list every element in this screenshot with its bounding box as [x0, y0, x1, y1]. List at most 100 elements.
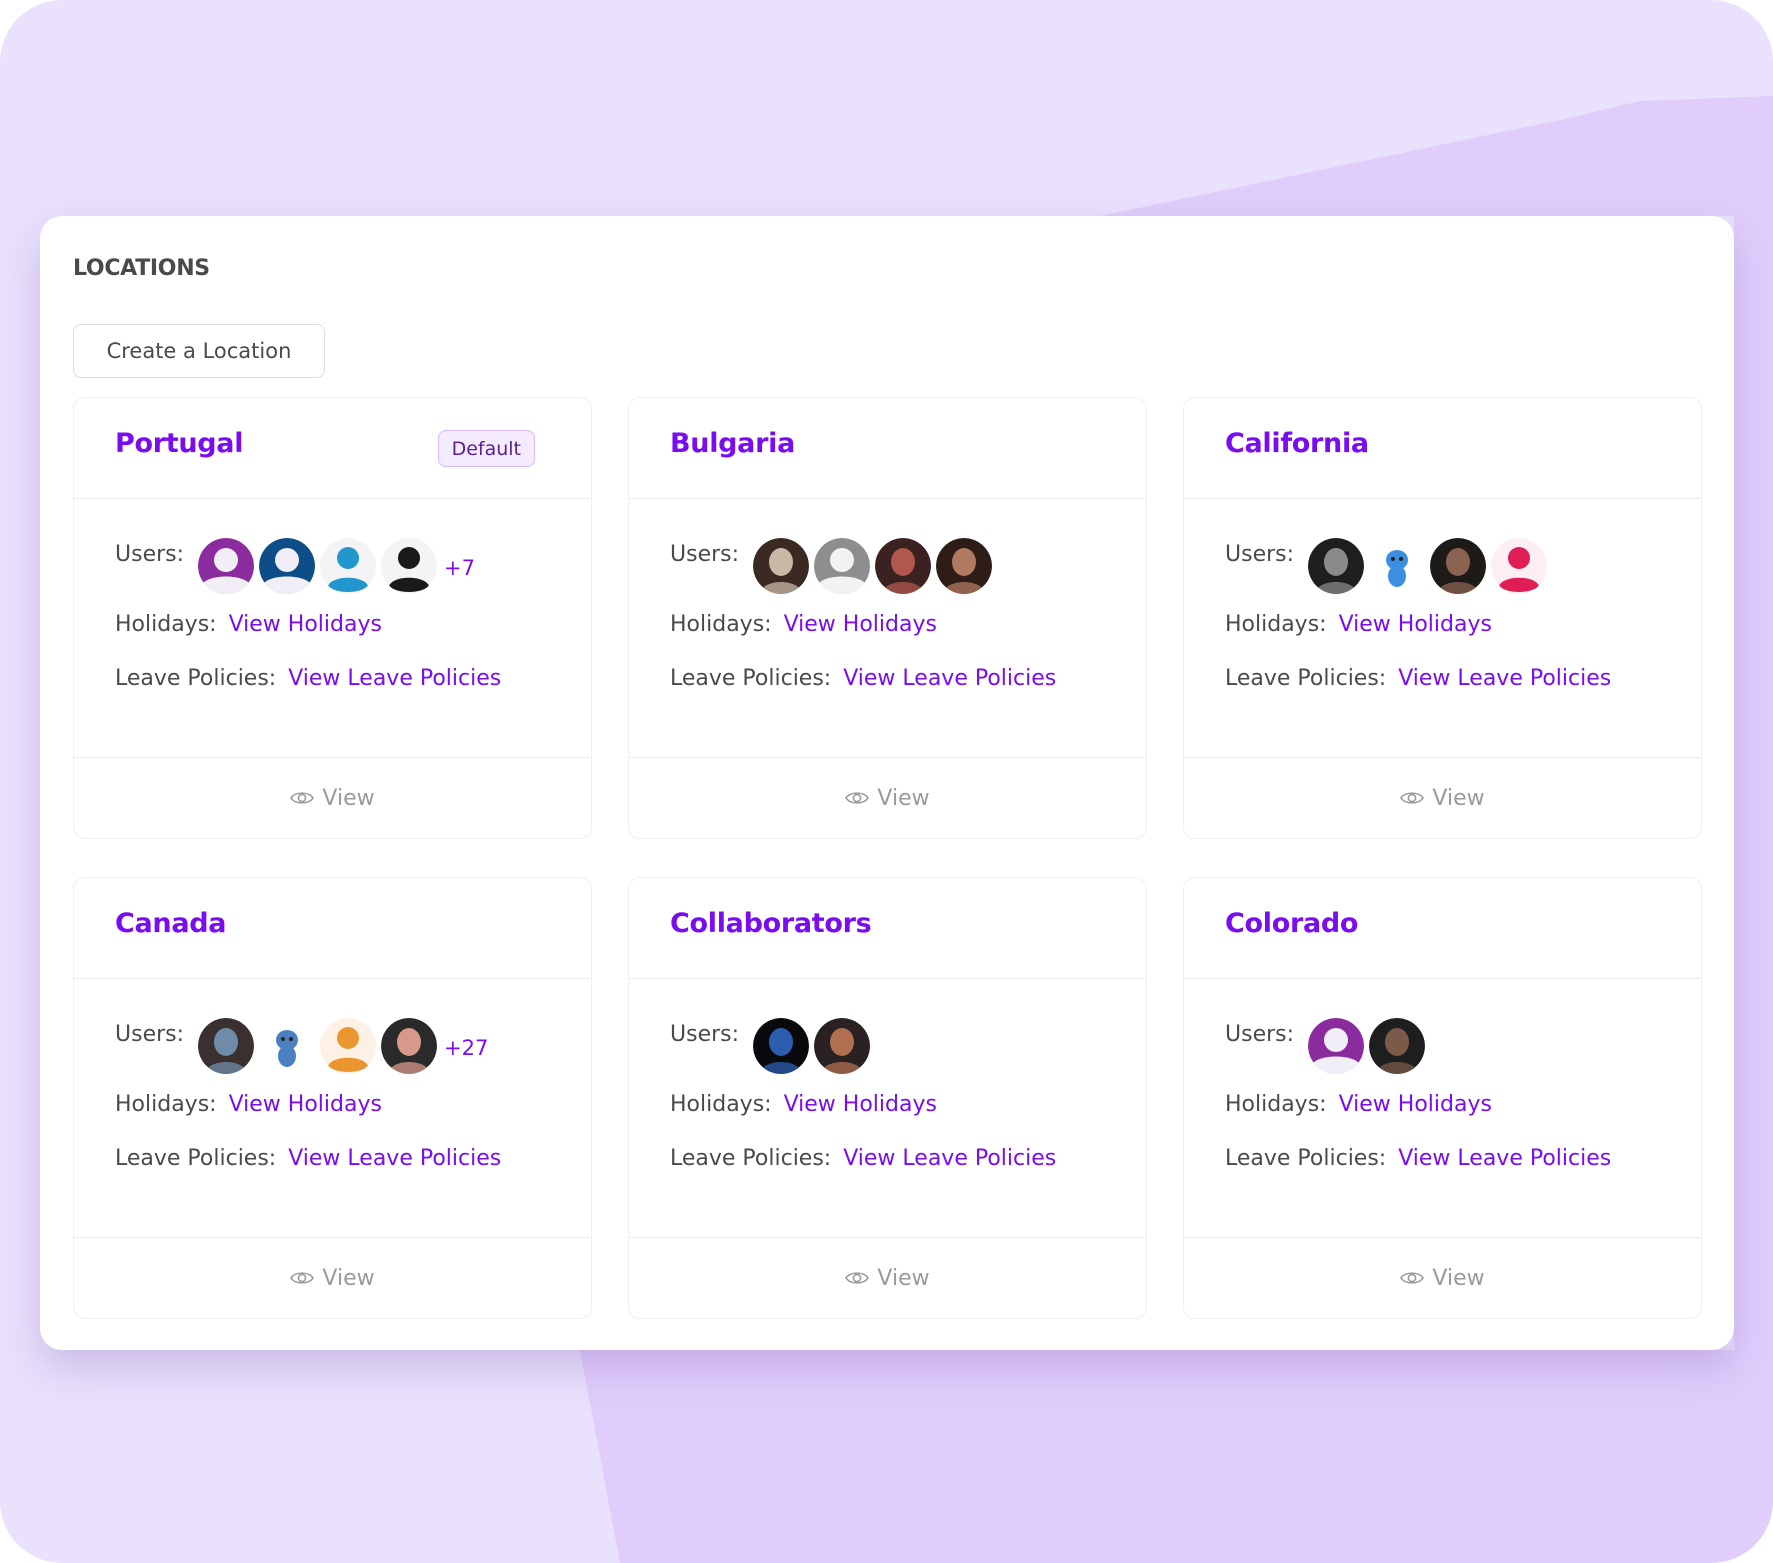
leave-policies-label: Leave Policies: [115, 1146, 277, 1171]
create-location-button[interactable]: Create a Location [73, 324, 325, 378]
view-holidays-link[interactable]: View Holidays [784, 612, 937, 637]
holidays-label: Holidays: [670, 1092, 772, 1117]
view-holidays-link[interactable]: View Holidays [229, 612, 382, 637]
view-location-button[interactable]: View [1184, 757, 1701, 838]
card-header: Portugal Default [74, 398, 591, 499]
card-header: Colorado [1184, 878, 1701, 979]
view-holidays-link[interactable]: View Holidays [229, 1092, 382, 1117]
user-avatar[interactable] [875, 538, 932, 594]
default-badge: Default [437, 430, 535, 467]
holidays-label: Holidays: [670, 612, 772, 637]
eye-icon [290, 1270, 315, 1286]
holidays-row: Holidays: View Holidays [1225, 612, 1492, 637]
users-row: Users: [1225, 538, 1552, 598]
location-card: Bulgaria Users: Holidays: View Holidays … [628, 397, 1147, 839]
location-card: Canada Users: +27 Holidays: View Holiday… [73, 877, 592, 1319]
view-leave-policies-link[interactable]: View Leave Policies [843, 666, 1056, 691]
leave-policies-label: Leave Policies: [670, 666, 832, 691]
location-name[interactable]: Collaborators [670, 908, 872, 939]
view-label: View [1432, 785, 1485, 811]
location-card: Colorado Users: Holidays: View Holidays … [1183, 877, 1702, 1319]
page-title: LOCATIONS [73, 256, 210, 281]
background-bottom-shape [580, 1350, 1773, 1563]
leave-policies-row: Leave Policies: View Leave Policies [1225, 666, 1611, 691]
view-label: View [877, 1265, 930, 1291]
user-avatar[interactable] [814, 538, 871, 594]
view-holidays-link[interactable]: View Holidays [1339, 612, 1492, 637]
holidays-row: Holidays: View Holidays [1225, 1092, 1492, 1117]
view-leave-policies-link[interactable]: View Leave Policies [843, 1146, 1056, 1171]
holidays-label: Holidays: [1225, 1092, 1327, 1117]
leave-policies-row: Leave Policies: View Leave Policies [1225, 1146, 1611, 1171]
more-users-count[interactable]: +27 [444, 1036, 488, 1060]
location-name[interactable]: Canada [115, 908, 227, 939]
holidays-label: Holidays: [1225, 612, 1327, 637]
users-row: Users: [1225, 1018, 1430, 1078]
location-name[interactable]: Colorado [1225, 908, 1358, 939]
location-name[interactable]: Bulgaria [670, 428, 795, 459]
card-header: California [1184, 398, 1701, 499]
user-avatar[interactable] [1430, 538, 1487, 594]
user-avatar[interactable] [753, 1018, 810, 1074]
user-avatar[interactable] [1369, 538, 1426, 594]
view-label: View [877, 785, 930, 811]
user-avatar[interactable] [320, 538, 377, 594]
user-avatar[interactable] [381, 538, 438, 594]
card-header: Collaborators [629, 878, 1146, 979]
user-avatar[interactable] [1491, 538, 1548, 594]
user-avatars: +7 [198, 538, 475, 594]
user-avatars [753, 1018, 875, 1074]
view-holidays-link[interactable]: View Holidays [1339, 1092, 1492, 1117]
user-avatar[interactable] [198, 1018, 255, 1074]
user-avatar[interactable] [259, 1018, 316, 1074]
view-location-button[interactable]: View [74, 1237, 591, 1318]
leave-policies-label: Leave Policies: [1225, 666, 1387, 691]
leave-policies-label: Leave Policies: [115, 666, 277, 691]
view-location-button[interactable]: View [629, 757, 1146, 838]
holidays-label: Holidays: [115, 1092, 217, 1117]
eye-icon [845, 1270, 870, 1286]
user-avatar[interactable] [198, 538, 255, 594]
eye-icon [290, 790, 315, 806]
leave-policies-row: Leave Policies: View Leave Policies [115, 666, 501, 691]
holidays-row: Holidays: View Holidays [115, 1092, 382, 1117]
leave-policies-row: Leave Policies: View Leave Policies [670, 1146, 1056, 1171]
user-avatar[interactable] [1308, 1018, 1365, 1074]
location-name[interactable]: Portugal [115, 428, 243, 459]
view-leave-policies-link[interactable]: View Leave Policies [288, 1146, 501, 1171]
user-avatar[interactable] [814, 1018, 871, 1074]
view-location-button[interactable]: View [629, 1237, 1146, 1318]
user-avatar[interactable] [753, 538, 810, 594]
holidays-row: Holidays: View Holidays [670, 1092, 937, 1117]
view-leave-policies-link[interactable]: View Leave Policies [1398, 1146, 1611, 1171]
user-avatars [1308, 538, 1552, 594]
user-avatars: +27 [198, 1018, 488, 1074]
view-leave-policies-link[interactable]: View Leave Policies [288, 666, 501, 691]
users-row: Users: +27 [115, 1018, 488, 1078]
view-label: View [322, 785, 375, 811]
user-avatar[interactable] [259, 538, 316, 594]
view-label: View [1432, 1265, 1485, 1291]
location-card: Collaborators Users: Holidays: View Holi… [628, 877, 1147, 1319]
user-avatar[interactable] [936, 538, 993, 594]
location-name[interactable]: California [1225, 428, 1369, 459]
view-leave-policies-link[interactable]: View Leave Policies [1398, 666, 1611, 691]
user-avatar[interactable] [320, 1018, 377, 1074]
location-card: California Users: Holidays: View Holiday… [1183, 397, 1702, 839]
holidays-row: Holidays: View Holidays [115, 612, 382, 637]
leave-policies-label: Leave Policies: [670, 1146, 832, 1171]
view-holidays-link[interactable]: View Holidays [784, 1092, 937, 1117]
user-avatar[interactable] [1369, 1018, 1426, 1074]
users-row: Users: +7 [115, 538, 475, 598]
user-avatar[interactable] [1308, 538, 1365, 594]
users-label: Users: [670, 1022, 740, 1047]
eye-icon [1400, 1270, 1425, 1286]
view-location-button[interactable]: View [74, 757, 591, 838]
card-header: Bulgaria [629, 398, 1146, 499]
view-location-button[interactable]: View [1184, 1237, 1701, 1318]
more-users-count[interactable]: +7 [444, 556, 475, 580]
user-avatar[interactable] [381, 1018, 438, 1074]
view-label: View [322, 1265, 375, 1291]
leave-policies-row: Leave Policies: View Leave Policies [670, 666, 1056, 691]
users-row: Users: [670, 538, 997, 598]
